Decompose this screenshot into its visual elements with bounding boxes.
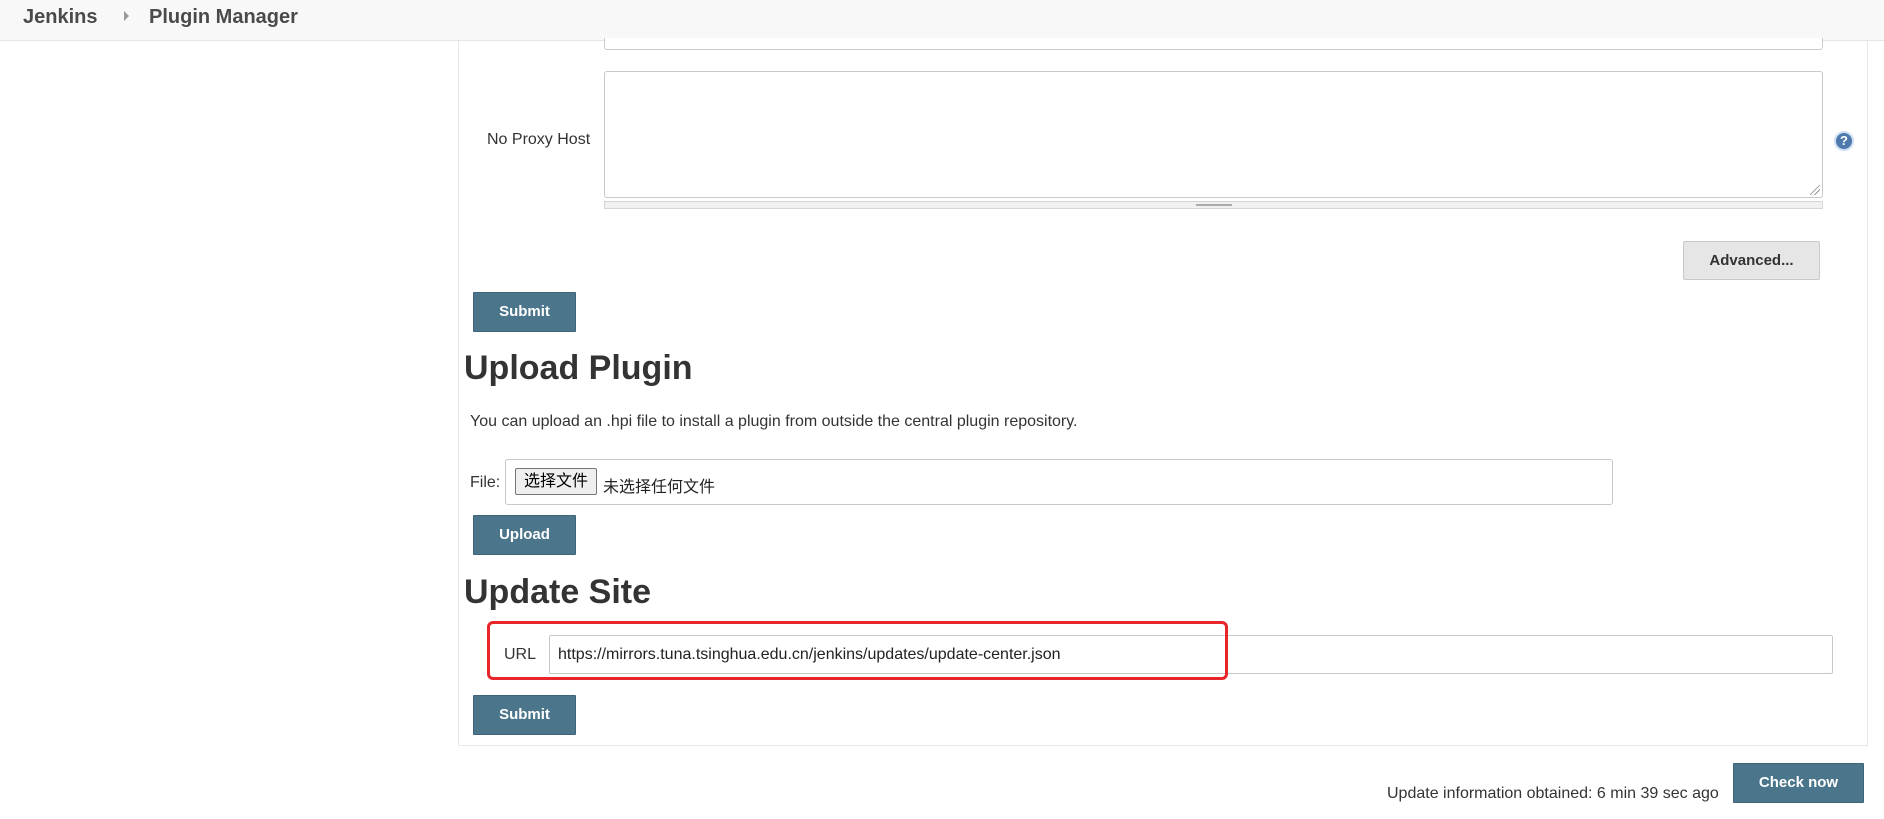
file-label: File: — [470, 474, 501, 491]
check-now-button[interactable]: Check now — [1733, 763, 1864, 803]
breadcrumb-plugin-manager-link[interactable]: Plugin Manager — [149, 6, 298, 29]
proxy-submit-button[interactable]: Submit — [473, 292, 576, 332]
textarea-expand-handle[interactable] — [604, 201, 1823, 209]
chevron-right-icon — [124, 11, 129, 21]
advanced-button[interactable]: Advanced... — [1683, 241, 1820, 280]
update-site-submit-button[interactable]: Submit — [473, 695, 576, 735]
file-input[interactable]: 选择文件 未选择任何文件 — [505, 459, 1613, 505]
question-mark-icon[interactable]: ? — [1834, 131, 1854, 151]
annotation-highlight-box — [487, 621, 1228, 680]
upload-plugin-description: You can upload an .hpi file to install a… — [470, 413, 1078, 430]
update-info-text: Update information obtained: 6 min 39 se… — [1387, 785, 1719, 802]
upload-plugin-heading: Upload Plugin — [464, 349, 693, 387]
upload-button[interactable]: Upload — [473, 515, 576, 555]
no-proxy-host-label: No Proxy Host — [487, 131, 591, 148]
resize-grip-icon[interactable] — [1810, 185, 1820, 195]
no-proxy-host-textarea[interactable] — [604, 71, 1823, 198]
breadcrumb: Jenkins Plugin Manager — [0, 0, 1884, 41]
no-file-chosen-text: 未选择任何文件 — [603, 479, 716, 496]
proxy-field-above[interactable] — [604, 38, 1823, 50]
breadcrumb-jenkins-link[interactable]: Jenkins — [23, 6, 97, 29]
update-site-heading: Update Site — [464, 573, 652, 611]
grip-icon — [1196, 204, 1232, 206]
choose-file-button[interactable]: 选择文件 — [515, 468, 598, 495]
